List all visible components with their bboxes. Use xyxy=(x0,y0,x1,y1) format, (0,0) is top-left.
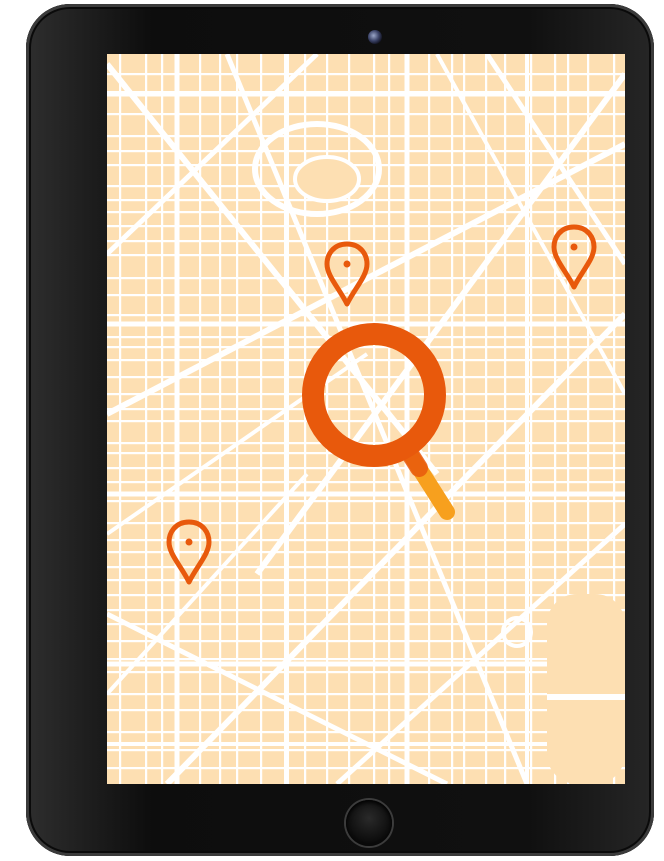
map-park xyxy=(293,155,361,203)
tablet-frame xyxy=(26,4,654,856)
home-button[interactable] xyxy=(346,800,392,846)
map-large-block xyxy=(547,594,625,784)
city-map[interactable] xyxy=(107,54,625,784)
camera-icon xyxy=(368,30,382,44)
map-road-segment xyxy=(547,694,625,700)
map-screen[interactable] xyxy=(107,54,625,784)
